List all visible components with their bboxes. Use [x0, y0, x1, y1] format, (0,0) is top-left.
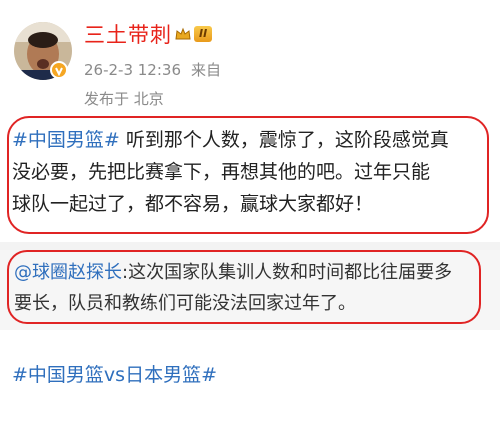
post-source: 来自 [191, 61, 222, 79]
crown-icon [175, 27, 191, 40]
topic-link[interactable]: #中国男篮# [12, 129, 120, 151]
quote-line1: :这次国家队集训人数和时间都比往届要多 [122, 262, 453, 283]
level-tag: II [194, 26, 213, 42]
username[interactable]: 三土带刺 [84, 22, 172, 48]
bottom-topic-tag[interactable]: #中国男篮vs日本男篮# [12, 362, 217, 388]
post-date: 26-2-3 12:36 [84, 61, 181, 79]
post-header: 三土带刺 II 26-2-3 12:36 来自 发布于 北京 [0, 0, 500, 112]
post-body-line2: 没必要，先把比赛拿下，再想其他的吧。过年只能 [12, 161, 431, 183]
verified-badge-icon [50, 61, 68, 79]
post-location: 发布于 北京 [84, 90, 164, 108]
quoted-post-text: @球圈赵探长:这次国家队集训人数和时间都比往届要多 要长，队员和教练们可能没法回… [14, 257, 484, 319]
mention-link[interactable]: @球圈赵探长 [14, 262, 122, 283]
divider [0, 242, 500, 250]
post-body: #中国男篮# 听到那个人数，震惊了，这阶段感觉真 没必要，先把比赛拿下，再想其他… [12, 124, 490, 220]
post-body-line1: 听到那个人数，震惊了，这阶段感觉真 [119, 129, 449, 151]
post-body-line3: 球队一起过了，都不容易，赢球大家都好！ [12, 193, 374, 215]
quote-line2: 要长，队员和教练们可能没法回家过年了。 [14, 293, 356, 314]
level-badge[interactable]: II [174, 24, 213, 44]
post-meta: 26-2-3 12:36 来自 [84, 60, 231, 80]
